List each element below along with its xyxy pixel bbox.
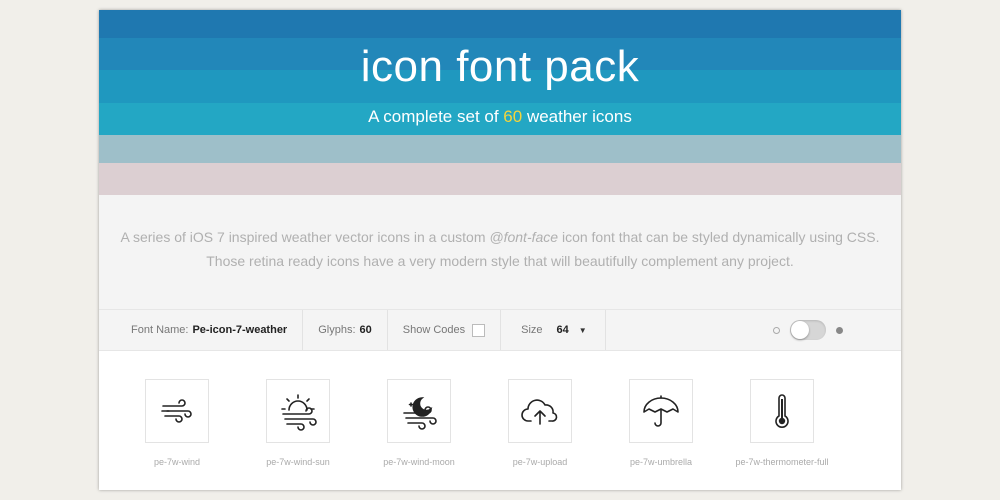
show-codes-checkbox[interactable] [472, 323, 486, 337]
hero-stripe [99, 163, 901, 195]
theme-toggle[interactable] [790, 320, 826, 340]
icon-tile[interactable] [508, 379, 572, 443]
glyphs-field: Glyphs: 60 [303, 310, 388, 350]
icon-label: pe-7w-wind-moon [383, 457, 455, 467]
hero-subtitle-number: 60 [503, 107, 523, 126]
icon-tile[interactable] [266, 379, 330, 443]
icon-label: pe-7w-umbrella [629, 457, 693, 467]
icon-cell[interactable]: pe-7w-wind-sun [238, 379, 358, 467]
font-name-label: Font Name: [131, 324, 189, 336]
umbrella-icon [643, 395, 679, 427]
hero-stripe [99, 10, 901, 38]
icon-tile[interactable] [629, 379, 693, 443]
size-select[interactable]: Size 64 ▼ [501, 310, 606, 350]
intro-line-1: A series of iOS 7 inspired weather vecto… [99, 225, 901, 249]
dark-dot-icon [836, 326, 843, 334]
hero-subtitle-before: A complete set of [368, 107, 504, 126]
glyphs-label: Glyphs: [318, 324, 356, 336]
toggle-knob [791, 321, 809, 339]
hero-subtitle-after: weather icons [522, 107, 632, 126]
thermometer-full-icon [775, 394, 789, 428]
icon-cell[interactable]: pe-7w-umbrella [601, 379, 721, 467]
hero-banner: icon font pack A complete set of 60 weat… [99, 10, 901, 195]
light-dot-icon [773, 326, 780, 334]
icon-tile[interactable] [145, 379, 209, 443]
size-label: Size [521, 324, 543, 336]
icon-label: pe-7w-thermometer-full [735, 457, 829, 467]
font-name-field: Font Name: Pe-icon-7-weather [99, 310, 304, 350]
theme-toggle-group [773, 310, 843, 350]
icon-tile[interactable] [387, 379, 451, 443]
glyphs-value: 60 [359, 324, 372, 336]
size-value: 64 [556, 324, 569, 336]
show-codes-toggle[interactable]: Show Codes [388, 310, 502, 350]
icon-cell[interactable]: pe-7w-wind [117, 379, 237, 467]
show-codes-label: Show Codes [402, 324, 466, 336]
icon-grid: pe-7w-wind pe-7w-wind-sun pe-7w-wind-moo… [99, 351, 901, 490]
intro-line-1-em: @font-face [489, 229, 559, 245]
icon-tile[interactable] [750, 379, 814, 443]
hero-title: icon font pack [360, 42, 640, 91]
intro-text: A series of iOS 7 inspired weather vecto… [99, 195, 901, 309]
icon-cell[interactable]: pe-7w-upload [480, 379, 600, 467]
caret-down-icon: ▼ [578, 325, 587, 335]
icon-label: pe-7w-wind [153, 457, 201, 467]
wind-moon-icon [403, 397, 437, 430]
hero-stripe [99, 135, 901, 163]
upload-cloud-icon [521, 399, 558, 425]
icon-cell[interactable]: pe-7w-wind-moon [359, 379, 479, 467]
page-frame: icon font pack A complete set of 60 weat… [99, 10, 901, 490]
hero-subtitle: A complete set of 60 weather icons [99, 107, 901, 127]
font-name-value: Pe-icon-7-weather [192, 324, 288, 336]
intro-line-1-before: A series of iOS 7 inspired weather vecto… [120, 229, 490, 245]
icon-label: pe-7w-wind-sun [266, 457, 330, 467]
wind-icon [161, 399, 192, 423]
toolbar: Font Name: Pe-icon-7-weather Glyphs: 60 … [99, 309, 901, 351]
intro-line-1-after: icon font that can be styled dynamically… [558, 229, 880, 245]
icon-label: pe-7w-upload [512, 457, 568, 467]
icon-cell[interactable]: pe-7w-thermometer-full [722, 379, 842, 467]
intro-line-2: Those retina ready icons have a very mod… [206, 253, 794, 269]
wind-sun-icon [281, 394, 317, 431]
